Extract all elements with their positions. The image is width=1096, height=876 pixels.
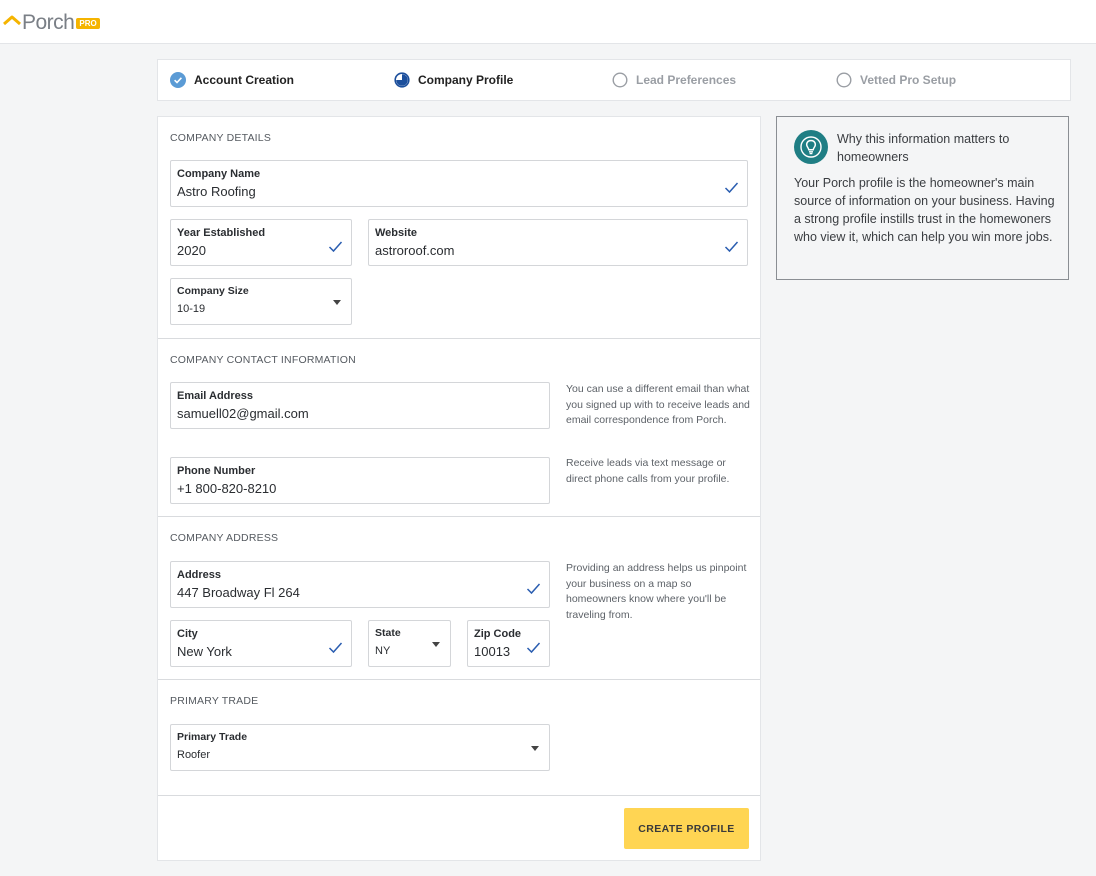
email-hint: You can use a different email than what … — [566, 383, 750, 426]
step-account-creation[interactable]: Account Creation — [170, 72, 294, 88]
field-label: State — [375, 627, 401, 639]
step-lead-preferences[interactable]: Lead Preferences — [612, 72, 736, 88]
field-value: Astro Roofing — [177, 184, 256, 199]
progress-stepper: Account Creation Company Profile Lead Pr… — [157, 59, 1071, 101]
dropdown-caret-icon — [531, 746, 539, 751]
create-profile-button[interactable]: CREATE PROFILE — [624, 808, 749, 849]
info-body: Your Porch profile is the homeowner's ma… — [794, 176, 1055, 244]
check-circle-icon — [170, 72, 186, 88]
company-size-select[interactable]: Company Size 10-19 — [170, 278, 352, 325]
contact-heading: COMPANY CONTACT INFORMATION — [170, 354, 356, 366]
company-name-field[interactable]: Company Name Astro Roofing — [170, 160, 748, 207]
section-divider — [158, 795, 760, 796]
section-divider — [158, 516, 760, 517]
field-label: City — [177, 628, 198, 640]
empty-circle-icon — [836, 72, 852, 88]
company-details-heading: COMPANY DETAILS — [170, 132, 272, 144]
checkmark-icon — [526, 583, 541, 595]
field-label: Primary Trade — [177, 731, 248, 743]
field-label: Phone Number — [177, 465, 256, 477]
phone-hint: Receive leads via text message or direct… — [566, 457, 730, 485]
field-value: 447 Broadway Fl 264 — [177, 585, 300, 600]
email-field[interactable]: Email Address samuell02@gmail.com — [170, 382, 550, 429]
field-value: 10013 — [474, 644, 511, 659]
partial-progress-icon — [394, 72, 410, 88]
field-label: Address — [177, 569, 222, 581]
info-title: Why this information matters to homeowne… — [837, 132, 1010, 164]
field-value: samuell02@gmail.com — [177, 406, 309, 421]
address-hint: Providing an address helps us pinpoint y… — [566, 562, 747, 621]
website-field[interactable]: Website astroroof.com — [368, 219, 748, 266]
primary-trade-heading: PRIMARY TRADE — [170, 695, 259, 707]
checkmark-icon — [724, 241, 739, 253]
city-field[interactable]: City New York — [170, 620, 352, 667]
step-label: Vetted Pro Setup — [860, 73, 957, 87]
street-address-field[interactable]: Address 447 Broadway Fl 264 — [170, 561, 550, 608]
primary-trade-select[interactable]: Primary Trade Roofer — [170, 724, 550, 771]
checkmark-icon — [526, 642, 541, 654]
info-panel: Why this information matters to homeowne… — [776, 116, 1069, 280]
field-label: Year Established — [177, 227, 266, 239]
field-label: Company Size — [177, 285, 249, 297]
step-label: Account Creation — [194, 73, 295, 87]
pro-badge: PRO — [76, 17, 100, 30]
top-nav-bar: Porch PRO — [0, 0, 1096, 44]
field-value: 10-19 — [177, 303, 206, 315]
field-value: New York — [177, 644, 232, 659]
dropdown-caret-icon — [432, 642, 440, 647]
step-label: Lead Preferences — [636, 73, 737, 87]
state-select[interactable]: State NY — [368, 620, 451, 667]
year-established-field[interactable]: Year Established 2020 — [170, 219, 352, 266]
step-company-profile[interactable]: Company Profile — [394, 72, 513, 88]
field-label: Company Name — [177, 168, 261, 180]
field-label: Zip Code — [474, 628, 522, 640]
field-value: +1 800-820-8210 — [177, 481, 277, 496]
company-profile-form: COMPANY DETAILS Company Name Astro Roofi… — [157, 116, 761, 861]
lightbulb-icon — [794, 130, 828, 164]
field-label: Website — [375, 227, 417, 239]
brand-name: Porch — [22, 10, 75, 34]
field-value: 2020 — [177, 243, 206, 258]
phone-field[interactable]: Phone Number +1 800-820-8210 — [170, 457, 550, 504]
step-label: Company Profile — [418, 73, 514, 87]
field-label: Email Address — [177, 390, 254, 402]
porch-pro-logo[interactable]: Porch PRO — [3, 10, 100, 34]
checkmark-icon — [328, 241, 343, 253]
step-vetted-pro-setup[interactable]: Vetted Pro Setup — [836, 72, 956, 88]
field-value: NY — [375, 645, 391, 657]
zip-code-field[interactable]: Zip Code 10013 — [467, 620, 550, 667]
address-heading: COMPANY ADDRESS — [170, 532, 279, 544]
empty-circle-icon — [612, 72, 628, 88]
field-value: Roofer — [177, 749, 211, 761]
checkmark-icon — [724, 182, 739, 194]
field-value: astroroof.com — [375, 243, 455, 258]
section-divider — [158, 679, 760, 680]
section-divider — [158, 338, 760, 339]
roof-logo-icon — [3, 15, 21, 26]
dropdown-caret-icon — [333, 300, 341, 305]
checkmark-icon — [328, 642, 343, 654]
